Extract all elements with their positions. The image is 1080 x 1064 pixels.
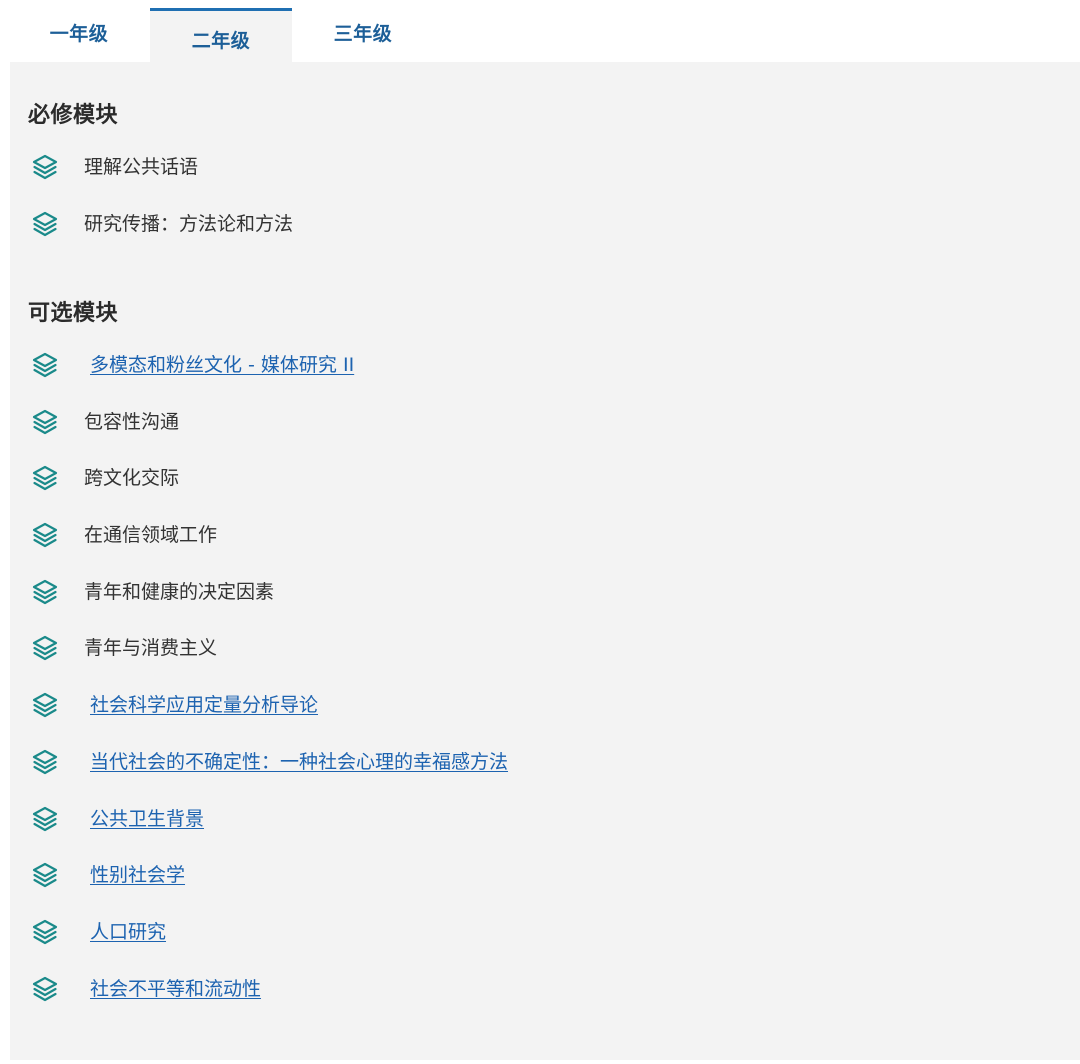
- module-label: 包容性沟通: [84, 410, 180, 433]
- module-item[interactable]: 社会科学应用定量分析导论: [10, 678, 1080, 735]
- module-label: 青年与消费主义: [84, 637, 218, 660]
- module-item: 在通信领域工作: [10, 508, 1080, 565]
- tab-label: 二年级: [191, 30, 251, 52]
- tab-label: 一年级: [49, 22, 109, 45]
- layers-icon: [32, 976, 58, 1002]
- module-label: 跨文化交际: [84, 467, 180, 490]
- layers-icon: [32, 919, 58, 945]
- tab-year-1[interactable]: 一年级: [8, 8, 150, 62]
- module-link[interactable]: 当代社会的不确定性：一种社会心理的幸福感方法: [90, 750, 508, 774]
- module-item: 包容性沟通: [10, 395, 1080, 452]
- layers-icon: [32, 806, 58, 832]
- module-label: 在通信领域工作: [84, 524, 218, 547]
- module-link[interactable]: 社会科学应用定量分析导论: [90, 693, 318, 717]
- layers-icon: [32, 352, 58, 378]
- module-item[interactable]: 人口研究: [10, 905, 1080, 962]
- optional-section-title: 可选模块: [28, 301, 119, 326]
- module-item[interactable]: 当代社会的不确定性：一种社会心理的幸福感方法: [10, 735, 1080, 792]
- layers-icon: [32, 154, 58, 180]
- module-link[interactable]: 性别社会学: [90, 863, 185, 887]
- tab-label: 三年级: [333, 22, 393, 45]
- module-item: 跨文化交际: [10, 451, 1080, 508]
- optional-module-list: 多模态和粉丝文化 - 媒体研究 II 包容性沟通跨文化交际在通信领域工作青年和健康…: [10, 338, 1080, 1018]
- module-item: 理解公共话语: [10, 140, 1080, 197]
- module-item[interactable]: 性别社会学: [10, 848, 1080, 905]
- module-item: 青年和健康的决定因素: [10, 565, 1080, 622]
- module-label: 青年和健康的决定因素: [84, 580, 275, 603]
- layers-icon: [32, 465, 58, 491]
- module-link[interactable]: 多模态和粉丝文化 - 媒体研究 II: [90, 353, 354, 377]
- module-item[interactable]: 多模态和粉丝文化 - 媒体研究 II: [10, 338, 1080, 395]
- course-modules-page: 一年级 二年级 三年级 必修模块 理解公共话语研究传播：方法论和方法 可选模块 …: [0, 0, 1080, 1064]
- module-link[interactable]: 社会不平等和流动性: [90, 977, 261, 1001]
- module-item[interactable]: 公共卫生背景: [10, 792, 1080, 849]
- tab-year-3[interactable]: 三年级: [292, 8, 434, 62]
- layers-icon: [32, 862, 58, 888]
- module-item[interactable]: 社会不平等和流动性: [10, 962, 1080, 1019]
- compulsory-section-title: 必修模块: [28, 103, 119, 128]
- tab-year-2[interactable]: 二年级: [150, 8, 292, 62]
- module-label: 理解公共话语: [84, 156, 199, 178]
- module-item: 研究传播：方法论和方法: [10, 197, 1080, 254]
- layers-icon: [32, 692, 58, 718]
- compulsory-module-list: 理解公共话语研究传播：方法论和方法: [10, 140, 1080, 253]
- layers-icon: [32, 635, 58, 661]
- year-tabs: 一年级 二年级 三年级: [8, 8, 434, 62]
- module-item: 青年与消费主义: [10, 621, 1080, 678]
- layers-icon: [32, 211, 58, 237]
- module-link[interactable]: 人口研究: [90, 920, 166, 944]
- layers-icon: [32, 579, 58, 605]
- tab-panel: 必修模块 理解公共话语研究传播：方法论和方法 可选模块 多模态和粉丝文化 - 媒…: [10, 62, 1080, 1060]
- layers-icon: [32, 409, 58, 435]
- layers-icon: [32, 749, 58, 775]
- module-label: 研究传播：方法论和方法: [84, 212, 294, 235]
- module-link[interactable]: 公共卫生背景: [90, 807, 204, 831]
- layers-icon: [32, 522, 58, 548]
